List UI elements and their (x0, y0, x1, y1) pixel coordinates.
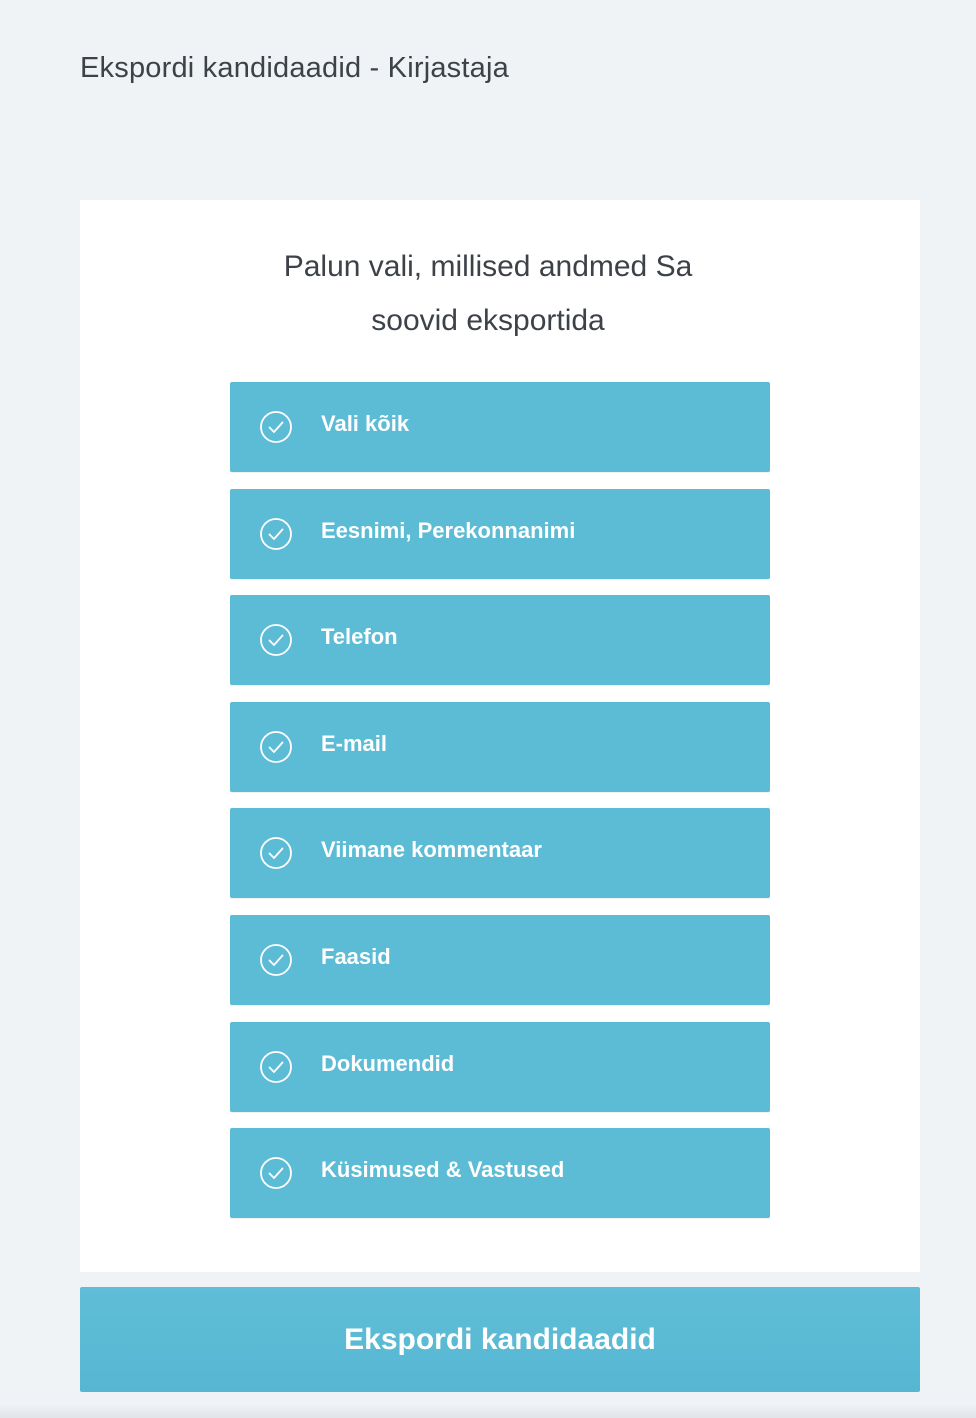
option-last-comment[interactable]: Viimane kommentaar (230, 808, 770, 899)
option-select-all[interactable]: Vali kõik (230, 382, 770, 472)
export-prompt: Palun vali, millised andmed Sa soovid ek… (0, 240, 976, 348)
option-label: Eesnimi, Perekonnanimi (321, 517, 576, 543)
export-candidates-button[interactable]: Ekspordi kandidaadid (80, 1287, 920, 1392)
check-circle-icon (259, 1050, 293, 1084)
check-circle-icon (259, 943, 293, 977)
option-questions-answers[interactable]: Küsimused & Vastused (230, 1128, 770, 1219)
option-name[interactable]: Eesnimi, Perekonnanimi (230, 488, 770, 579)
option-email[interactable]: E-mail (230, 701, 770, 792)
option-phases[interactable]: Faasid (230, 914, 770, 1005)
check-circle-icon (259, 623, 293, 657)
option-label: Faasid (321, 943, 391, 969)
option-documents[interactable]: Dokumendid (230, 1021, 770, 1112)
check-circle-icon (259, 517, 293, 551)
check-circle-icon (259, 1156, 293, 1190)
export-options-panel: Vali kõik Eesnimi, Perekonnanimi Telefon… (80, 200, 920, 1272)
option-phone[interactable]: Telefon (230, 595, 770, 686)
page-title: Ekspordi kandidaadid - Kirjastaja (80, 52, 509, 84)
prompt-line: Palun vali, millised andmed Sa (283, 250, 693, 283)
option-label: Telefon (321, 624, 398, 650)
option-label: Viimane kommentaar (321, 837, 542, 863)
option-label: Dokumendid (321, 1050, 455, 1076)
bottom-edge-shadow (0, 1404, 976, 1418)
option-label: E-mail (321, 730, 388, 756)
check-circle-icon (259, 410, 293, 444)
option-label: Vali kõik (321, 411, 410, 436)
check-circle-icon (259, 730, 293, 764)
option-label: Küsimused & Vastused (321, 1157, 565, 1183)
check-circle-icon (259, 836, 293, 870)
export-options-list: Vali kõik Eesnimi, Perekonnanimi Telefon… (230, 382, 770, 1235)
prompt-line: soovid eksportida (371, 304, 605, 337)
